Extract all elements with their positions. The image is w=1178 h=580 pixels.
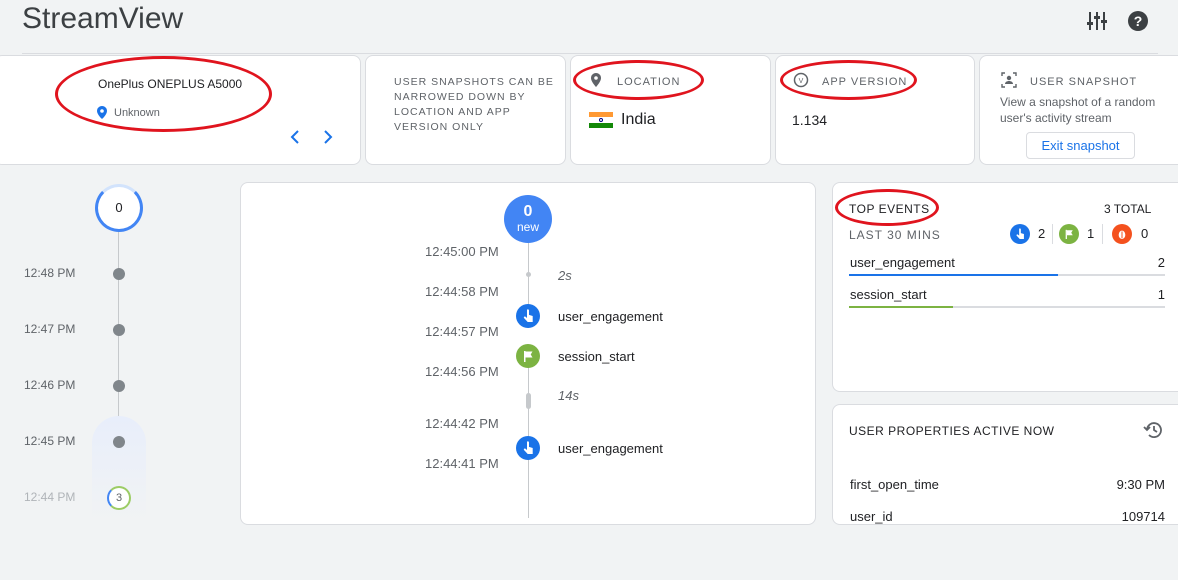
location-label: LOCATION <box>617 76 681 88</box>
top-event-name: session_start <box>850 287 927 302</box>
timeline-time: 12:47 PM <box>24 322 76 336</box>
stream-time: 12:44:42 PM <box>425 416 499 431</box>
top-events-total: 3 TOTAL <box>1104 202 1152 216</box>
stream-time: 12:44:57 PM <box>425 324 499 339</box>
top-event-name: user_engagement <box>850 255 955 270</box>
filter-settings-icon[interactable] <box>1086 10 1108 32</box>
exit-snapshot-button[interactable]: Exit snapshot <box>1026 132 1135 159</box>
location-value: India <box>621 111 656 128</box>
user-properties-title: USER PROPERTIES ACTIVE NOW <box>849 424 1055 438</box>
user-snapshot-description: View a snapshot of a random user's activ… <box>1000 95 1156 125</box>
app-version-card: V APP VERSION 1.134 <box>775 55 975 165</box>
user-properties-card: USER PROPERTIES ACTIVE NOW first_open_ti… <box>832 404 1178 525</box>
stream-event-name[interactable]: session_start <box>558 349 635 364</box>
new-events-label: new <box>516 220 539 234</box>
top-events-card: TOP EVENTS 3 TOTAL LAST 30 MINS 2 1 0 us… <box>832 182 1178 392</box>
top-event-count: 2 <box>1157 255 1165 270</box>
timeline-point[interactable] <box>113 324 125 336</box>
previous-device-button[interactable] <box>288 130 302 149</box>
stream-gap-dot <box>526 272 531 277</box>
stream-gap-duration: 2s <box>558 268 572 283</box>
error-summary-icon <box>1112 224 1132 244</box>
user-property-name: user_id <box>850 509 893 524</box>
top-event-bar-fill <box>849 306 954 308</box>
summary-divider <box>1052 224 1053 244</box>
top-event-row[interactable]: user_engagement 2 <box>849 252 1165 278</box>
history-icon[interactable] <box>1143 419 1165 446</box>
app-version-label: APP VERSION <box>822 76 908 88</box>
conversion-summary-icon <box>1059 224 1079 244</box>
user-property-row: user_id 109714 <box>849 509 1165 524</box>
top-event-bar <box>849 274 1165 276</box>
user-property-row: first_open_time 9:30 PM <box>849 477 1165 497</box>
new-events-count: 0 <box>523 203 533 220</box>
app-version-value: 1.134 <box>792 112 828 128</box>
app-title: StreamView <box>22 2 184 35</box>
snapshot-info-text: USER SNAPSHOTS CAN BE NARROWED DOWN BY L… <box>394 76 554 133</box>
stream-gap-duration: 14s <box>558 388 579 403</box>
user-snapshot-card: USER SNAPSHOT View a snapshot of a rando… <box>979 55 1178 165</box>
top-event-bar <box>849 306 1165 308</box>
top-events-title: TOP EVENTS <box>849 202 930 216</box>
user-snapshot-icon <box>1001 72 1017 93</box>
timeline-point[interactable] <box>113 436 125 448</box>
event-stream-card: 0 new 12:45:00 PM 12:44:58 PM 12:44:57 P… <box>240 182 816 525</box>
top-event-bar-fill <box>849 274 1058 276</box>
new-events-badge[interactable]: 0 new <box>504 195 552 243</box>
stream-event-name[interactable]: user_engagement <box>558 309 663 324</box>
top-event-row[interactable]: session_start 1 <box>849 284 1165 310</box>
engagement-event-icon[interactable] <box>516 304 540 328</box>
timeline-event-count[interactable]: 3 <box>107 486 131 510</box>
help-icon[interactable]: ? <box>1128 11 1148 31</box>
location-icon <box>591 73 601 92</box>
device-card: OnePlus ONEPLUS A5000 Unknown <box>0 55 361 165</box>
location-pin-icon <box>97 106 107 124</box>
user-property-value: 109714 <box>1121 509 1165 524</box>
top-event-count: 1 <box>1157 287 1165 302</box>
stream-gap-marker <box>526 393 531 409</box>
conversion-flag-icon[interactable] <box>516 344 540 368</box>
timeline-point[interactable] <box>113 268 125 280</box>
stream-time: 12:44:56 PM <box>425 364 499 379</box>
svg-text:V: V <box>799 78 804 85</box>
timeline-time: 12:46 PM <box>24 378 76 392</box>
location-card: LOCATION India <box>570 55 771 165</box>
user-property-value: 9:30 PM <box>1116 477 1165 492</box>
summary-divider <box>1102 224 1103 244</box>
india-flag-icon <box>589 112 613 128</box>
user-property-name: first_open_time <box>850 477 939 492</box>
engagement-summary-count: 2 <box>1038 226 1046 241</box>
stream-event-name[interactable]: user_engagement <box>558 441 663 456</box>
engagement-summary-icon <box>1010 224 1030 244</box>
timeline-time: 12:45 PM <box>24 434 76 448</box>
header-divider <box>22 53 1158 54</box>
version-history-icon: V <box>793 72 809 93</box>
user-snapshot-label: USER SNAPSHOT <box>1030 76 1138 88</box>
timeline-top-counter: 0 <box>95 184 143 232</box>
stream-time: 12:44:41 PM <box>425 456 499 471</box>
timeline-point[interactable] <box>113 380 125 392</box>
error-summary-count: 0 <box>1141 226 1149 241</box>
snapshot-info-card: USER SNAPSHOTS CAN BE NARROWED DOWN BY L… <box>365 55 566 165</box>
conversion-summary-count: 1 <box>1087 226 1095 241</box>
next-device-button[interactable] <box>321 130 335 149</box>
top-events-period: LAST 30 MINS <box>849 228 941 242</box>
stream-time: 12:45:00 PM <box>425 244 499 259</box>
device-name: OnePlus ONEPLUS A5000 <box>98 77 243 91</box>
engagement-event-icon[interactable] <box>516 436 540 460</box>
device-location: Unknown <box>114 107 160 119</box>
timeline-time: 12:48 PM <box>24 266 76 280</box>
stream-time: 12:44:58 PM <box>425 284 499 299</box>
timeline-time: 12:44 PM <box>24 490 76 504</box>
